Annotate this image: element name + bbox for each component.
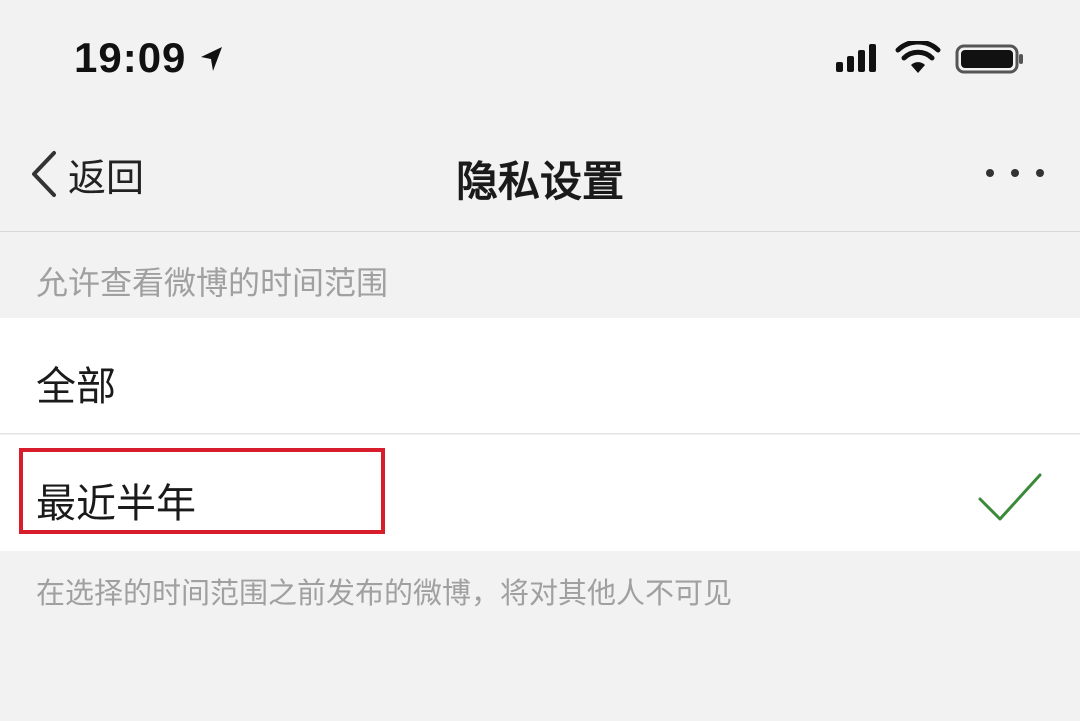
option-label: 全部 (36, 364, 116, 410)
footnote-text: 在选择的时间范围之前发布的微博，将对其他人不可见 (36, 576, 733, 610)
battery-icon (955, 44, 1023, 74)
status-bar: 19:09 (0, 0, 1080, 118)
page-title: 隐私设置 (455, 157, 624, 206)
wifi-icon (895, 41, 941, 73)
checkmark-icon (978, 473, 1042, 521)
signal-icon (836, 44, 876, 72)
option-row-all[interactable]: 全部 (0, 318, 1080, 434)
privacy-settings-screen: 19:09 返回 隐私设置 允许查看微博的时间范围 全部 最近半年 在选择的时间… (0, 0, 1080, 721)
navigation-bar: 返回 隐私设置 (0, 118, 1080, 232)
option-row-last-half-year[interactable]: 最近半年 (0, 435, 1080, 551)
option-label: 最近半年 (36, 481, 196, 527)
section-header: 允许查看微博的时间范围 (36, 264, 389, 302)
more-dots-icon[interactable] (978, 158, 1052, 188)
location-arrow-icon (201, 47, 222, 71)
status-time: 19:09 (74, 34, 187, 81)
